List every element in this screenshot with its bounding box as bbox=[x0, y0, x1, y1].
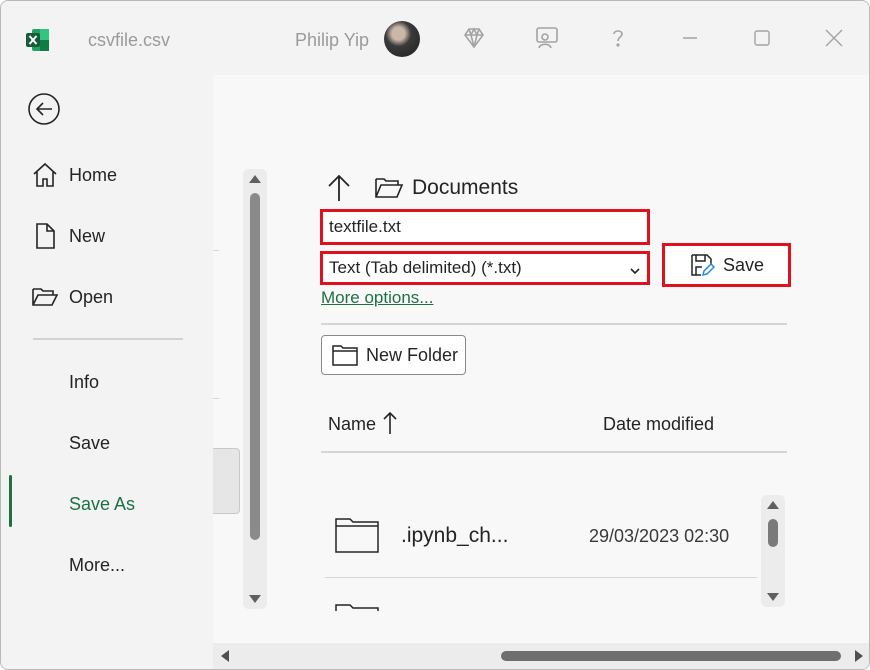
scroll-right-icon[interactable] bbox=[855, 650, 863, 662]
up-folder-icon[interactable] bbox=[326, 173, 352, 203]
horizontal-scrollbar[interactable] bbox=[213, 643, 869, 669]
more-options-link[interactable]: More options... bbox=[321, 288, 433, 308]
scroll-down-icon[interactable] bbox=[249, 595, 261, 603]
new-folder-label: New Folder bbox=[366, 344, 459, 365]
file-row[interactable]: .ipynb_ch... 29/03/2023 02:30 bbox=[325, 503, 757, 569]
filename-input[interactable]: textfile.txt bbox=[320, 209, 650, 245]
folder-open-icon bbox=[374, 176, 404, 200]
nav-item-home[interactable]: Home bbox=[1, 153, 213, 197]
minimize-icon[interactable] bbox=[677, 25, 703, 51]
close-icon[interactable] bbox=[821, 25, 847, 51]
divider bbox=[321, 323, 787, 325]
new-folder-button[interactable]: New Folder bbox=[321, 335, 466, 375]
scrollbar-thumb[interactable] bbox=[768, 519, 778, 547]
document-title: csvfile.csv bbox=[88, 30, 171, 50]
scrollbar-thumb[interactable] bbox=[250, 193, 260, 540]
coauthor-icon[interactable] bbox=[534, 25, 560, 51]
nav-item-label: Home bbox=[69, 164, 118, 185]
current-location[interactable]: Documents bbox=[412, 176, 518, 200]
nav-item-info[interactable]: Info bbox=[1, 360, 213, 404]
column-header-date-modified[interactable]: Date modified bbox=[603, 414, 714, 435]
save-button-label: Save bbox=[722, 254, 765, 275]
divider bbox=[321, 451, 787, 453]
nav-item-save-as[interactable]: Save As bbox=[1, 482, 213, 526]
nav-item-new[interactable]: New bbox=[1, 214, 213, 258]
scroll-up-icon[interactable] bbox=[767, 501, 779, 509]
sort-ascending-icon[interactable] bbox=[382, 411, 398, 435]
open-folder-icon bbox=[31, 283, 59, 311]
nav-item-label: Info bbox=[69, 371, 100, 392]
nav-item-save[interactable]: Save bbox=[1, 421, 213, 465]
home-icon bbox=[31, 161, 59, 189]
back-arrow-icon[interactable] bbox=[27, 92, 61, 126]
title-bar: csvfile.csv Philip Yip bbox=[1, 1, 869, 75]
save-icon bbox=[689, 252, 716, 278]
help-icon[interactable] bbox=[605, 25, 631, 51]
filetype-select[interactable]: Text (Tab delimited) (*.txt) bbox=[320, 251, 650, 285]
scrollbar-thumb[interactable] bbox=[501, 651, 841, 661]
column-header-name[interactable]: Name bbox=[328, 414, 376, 435]
folder-icon bbox=[335, 517, 379, 553]
file-name: .ipynb_ch... bbox=[401, 524, 509, 547]
backstage-nav: Home New Open Info Save Save As More... bbox=[1, 75, 213, 669]
file-date-modified: 29/03/2023 02:30 bbox=[589, 526, 730, 546]
diamond-icon[interactable] bbox=[461, 25, 487, 51]
excel-backstage-window: csvfile.csv Philip Yip Home New Open Inf… bbox=[0, 0, 870, 670]
chevron-down-icon bbox=[629, 262, 641, 275]
nav-item-label: New bbox=[69, 225, 106, 246]
divider bbox=[213, 398, 219, 399]
locations-scrollbar[interactable] bbox=[243, 169, 267, 609]
save-as-content: Documents textfile.txt Text (Tab delimit… bbox=[213, 75, 869, 669]
user-name[interactable]: Philip Yip bbox=[295, 30, 369, 51]
nav-item-label: Save As bbox=[69, 493, 136, 514]
nav-item-label: Save bbox=[69, 432, 111, 453]
file-list-scrollbar[interactable] bbox=[761, 495, 785, 607]
excel-icon bbox=[25, 27, 51, 53]
nav-item-label: More... bbox=[69, 554, 126, 575]
folder-icon bbox=[332, 344, 358, 366]
scroll-up-icon[interactable] bbox=[249, 175, 261, 183]
filetype-value: Text (Tab delimited) (*.txt) bbox=[329, 258, 522, 277]
divider bbox=[213, 250, 219, 251]
nav-item-open[interactable]: Open bbox=[1, 275, 213, 319]
nav-divider bbox=[33, 338, 183, 340]
selected-location-tab[interactable] bbox=[213, 448, 240, 514]
maximize-icon[interactable] bbox=[749, 25, 775, 51]
save-button[interactable]: Save bbox=[662, 243, 791, 287]
scroll-down-icon[interactable] bbox=[767, 593, 779, 601]
scroll-left-icon[interactable] bbox=[221, 650, 229, 662]
row-divider bbox=[325, 577, 757, 578]
avatar[interactable] bbox=[384, 21, 420, 57]
nav-item-label: Open bbox=[69, 286, 114, 307]
nav-item-more[interactable]: More... bbox=[1, 543, 213, 587]
new-document-icon bbox=[31, 222, 59, 250]
folder-icon[interactable] bbox=[335, 603, 379, 611]
